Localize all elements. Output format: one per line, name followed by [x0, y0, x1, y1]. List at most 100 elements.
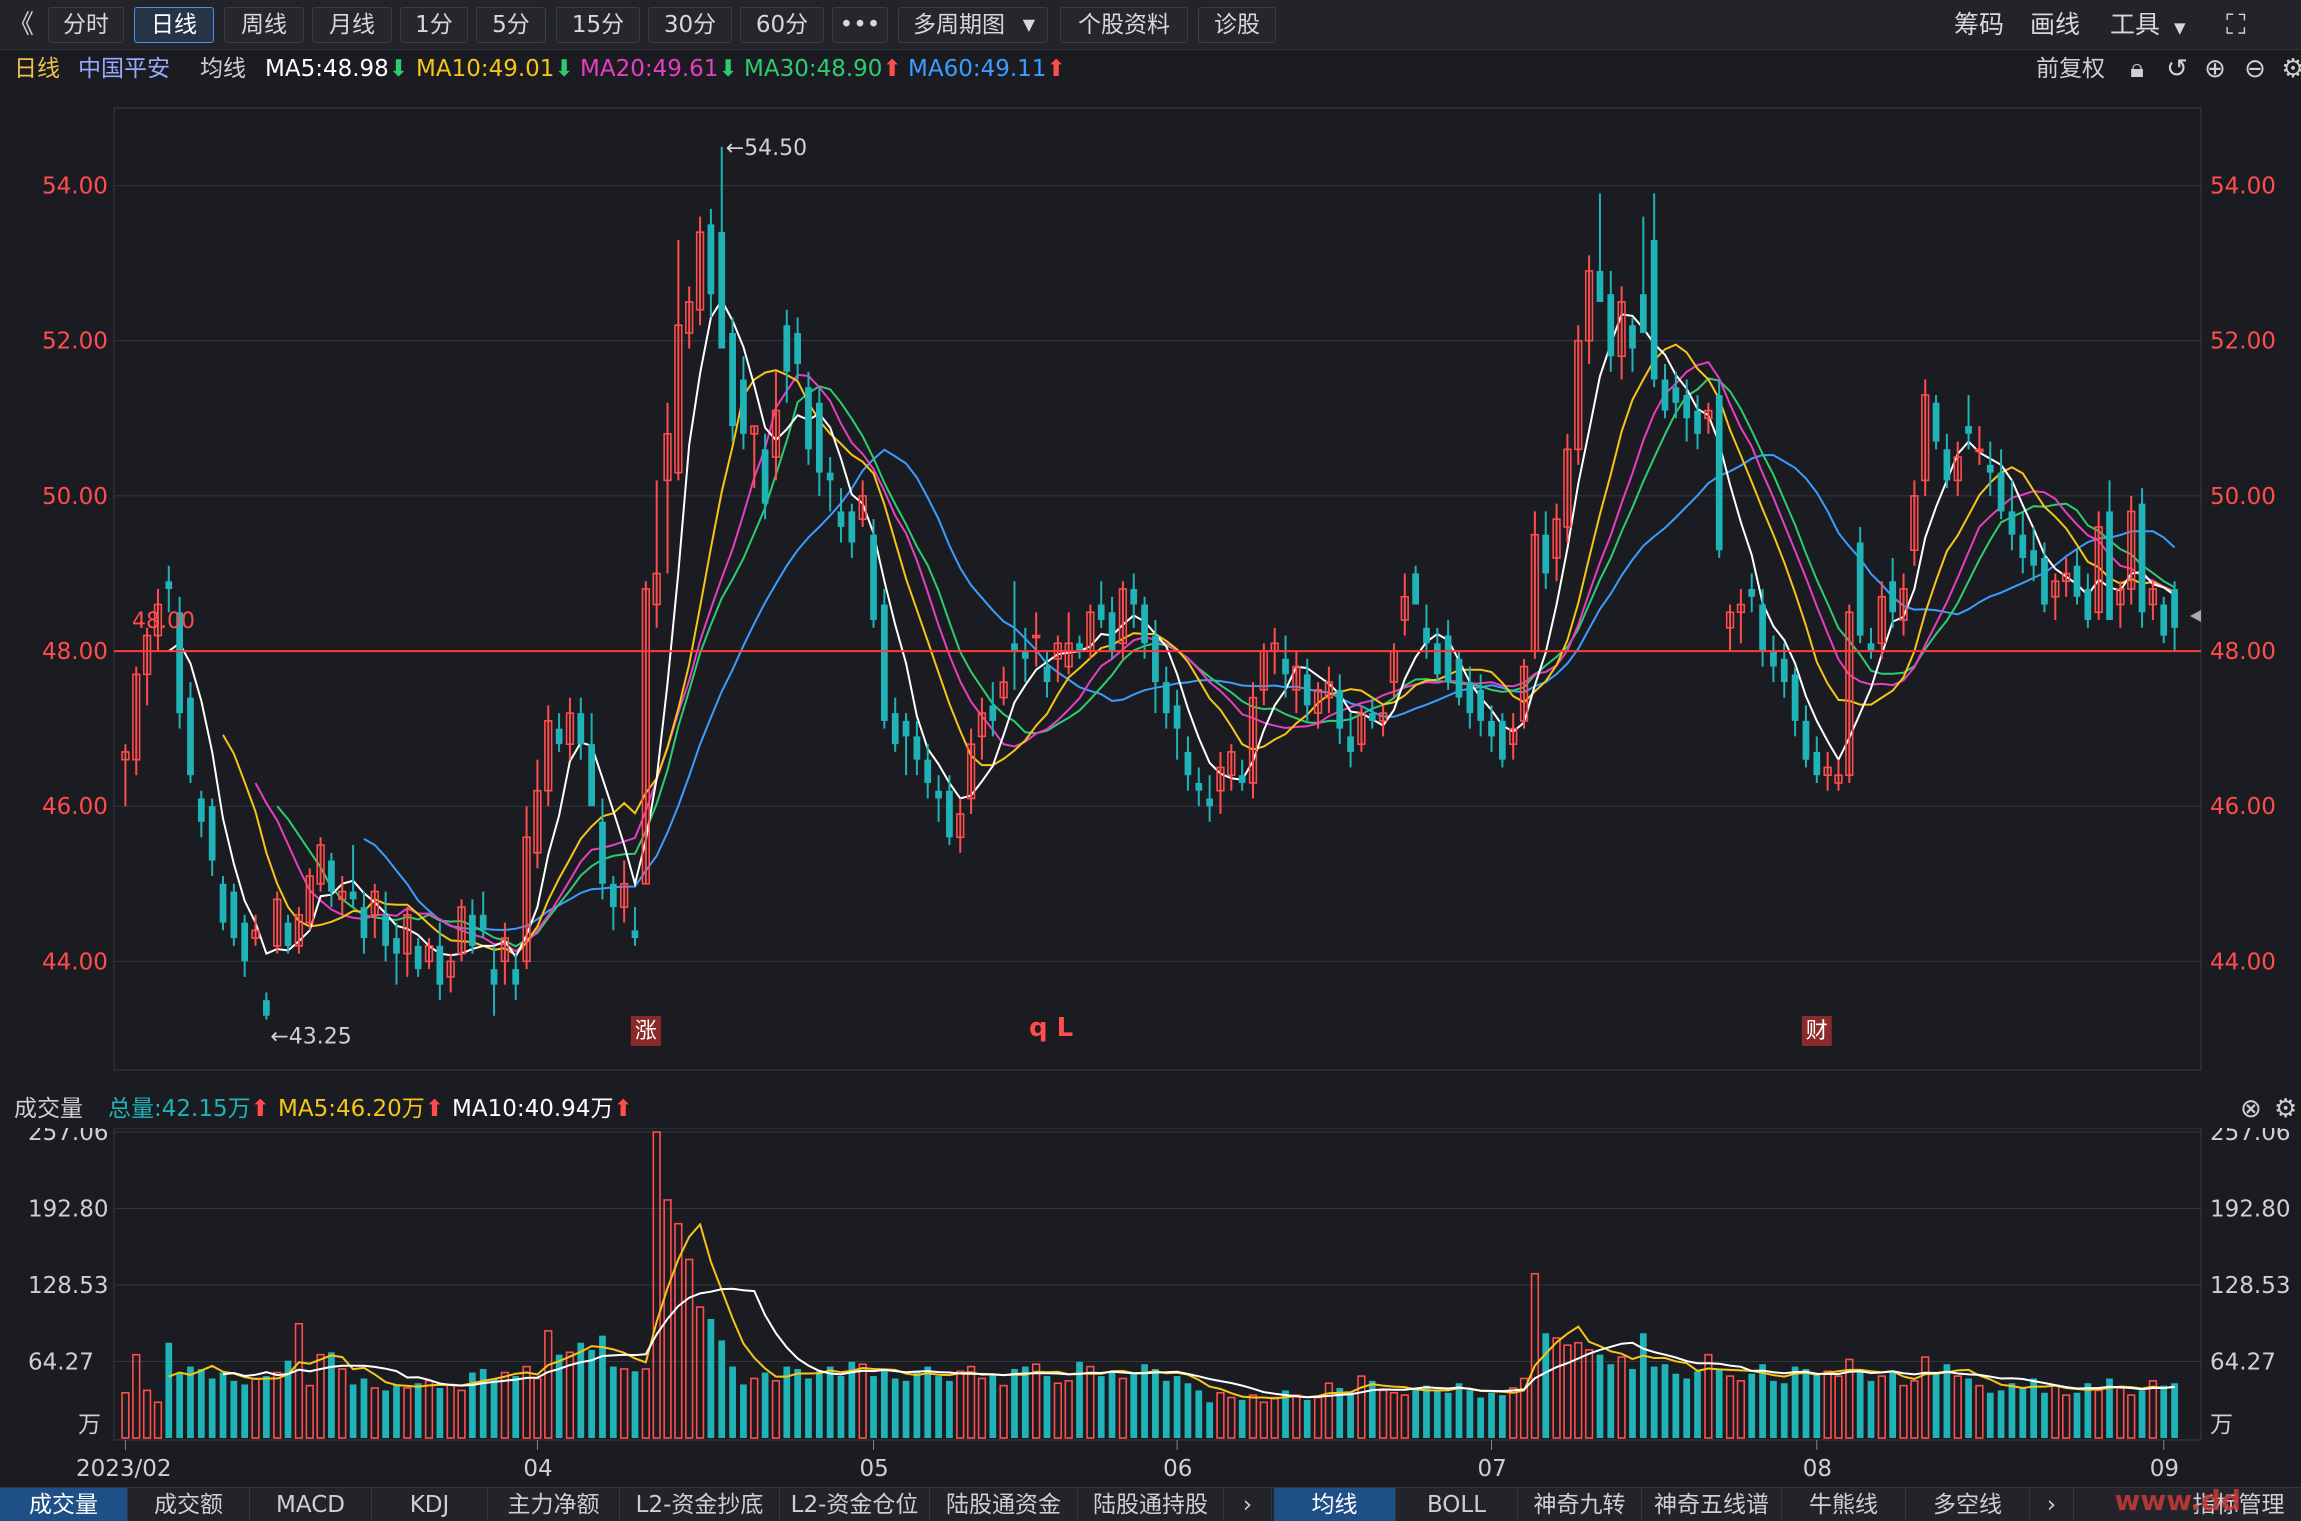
- candle-body: [946, 790, 953, 838]
- volume-bar: [1152, 1368, 1159, 1438]
- tab-magic-five[interactable]: 神奇五线谱: [1642, 1488, 1782, 1521]
- candle-body: [197, 798, 205, 822]
- volume-bar: [1130, 1373, 1138, 1438]
- volume-bar: [1770, 1380, 1777, 1438]
- event-marker-ql-label[interactable]: q L: [1029, 1013, 1073, 1043]
- chips-button[interactable]: 筹码: [1954, 7, 2004, 43]
- volume-bar: [1477, 1397, 1485, 1438]
- candle-body: [631, 930, 639, 939]
- tab-main-net[interactable]: 主力净额: [488, 1488, 620, 1521]
- draw-line-button[interactable]: 画线: [2030, 7, 2080, 43]
- volume-ma10: MA10:40.94万⬆: [452, 1096, 633, 1122]
- volume-bar: [1965, 1378, 1972, 1438]
- zoom-in-icon[interactable]: ⊕: [2198, 52, 2232, 86]
- tab-l2-position[interactable]: L2-资金仓位: [780, 1488, 930, 1521]
- expand-icon[interactable]: ⛶: [2226, 7, 2246, 43]
- volume-bar: [609, 1366, 617, 1438]
- volume-chart[interactable]: 257.06 257.06 192.80 192.80 128.53 128.53 64.2…: [0, 1128, 2301, 1487]
- period-tab-60min[interactable]: 60分: [740, 7, 824, 43]
- volume-bar: [1423, 1385, 1430, 1438]
- multi-period-dropdown[interactable]: 多周期图 ▼: [898, 7, 1048, 43]
- volume-tick-label: 64.27: [28, 1349, 94, 1375]
- chevron-right-icon[interactable]: ›: [2030, 1488, 2074, 1521]
- volume-unit-label: 万: [78, 1412, 101, 1438]
- price-tick-label: 44.00: [2210, 949, 2276, 975]
- tab-turnover[interactable]: 成交额: [128, 1488, 250, 1521]
- settings-icon[interactable]: ⚙: [2276, 52, 2301, 86]
- volume-bar: [599, 1335, 606, 1438]
- diagnose-button[interactable]: 诊股: [1198, 7, 1276, 43]
- volume-bar: [1943, 1364, 1951, 1438]
- volume-bar: [197, 1368, 205, 1438]
- volume-bar: [2041, 1392, 2048, 1438]
- tab-l2-bottom[interactable]: L2-资金抄底: [620, 1488, 780, 1521]
- tab-macd[interactable]: MACD: [250, 1488, 372, 1521]
- zoom-out-icon[interactable]: ⊖: [2238, 52, 2272, 86]
- period-tab-1min[interactable]: 1分: [400, 7, 468, 43]
- stock-name[interactable]: 中国平安: [78, 50, 170, 88]
- period-tab-5min[interactable]: 5分: [476, 7, 546, 43]
- volume-bar: [761, 1372, 769, 1438]
- volume-bar: [729, 1366, 736, 1438]
- adjust-mode[interactable]: 前复权: [2036, 50, 2105, 88]
- volume-bar: [490, 1378, 498, 1438]
- volume-bar: [1466, 1390, 1474, 1438]
- price-tick-label: 46.00: [42, 794, 108, 820]
- volume-bar: [1021, 1366, 1029, 1438]
- candle-body: [1607, 294, 1615, 357]
- volume-bar: [165, 1342, 173, 1438]
- period-tab-30min[interactable]: 30分: [648, 7, 732, 43]
- tab-volume[interactable]: 成交量: [0, 1488, 128, 1521]
- volume-bar: [1162, 1380, 1170, 1438]
- candlestick-chart[interactable]: 54.00 52.00 50.00 48.00 46.00 44.00 54.00 52.0…: [0, 88, 2301, 1088]
- candle-body: [2030, 550, 2037, 566]
- tab-long-short[interactable]: 多空线: [1906, 1488, 2030, 1521]
- tab-bull-bear[interactable]: 牛熊线: [1782, 1488, 1906, 1521]
- volume-bar: [1108, 1371, 1116, 1438]
- candle-body: [1021, 651, 1029, 659]
- undo-icon[interactable]: ↺: [2160, 52, 2194, 86]
- period-tab-daily[interactable]: 日线: [134, 7, 214, 43]
- candle-body: [1423, 627, 1430, 644]
- tab-ma[interactable]: 均线: [1274, 1488, 1396, 1521]
- tab-boll[interactable]: BOLL: [1396, 1488, 1518, 1521]
- close-icon[interactable]: ⊗: [2240, 1090, 2262, 1128]
- tools-dropdown[interactable]: 工具 ▼: [2110, 7, 2186, 43]
- stock-info-button[interactable]: 个股资料: [1060, 7, 1188, 43]
- volume-bar: [1184, 1383, 1192, 1438]
- date-tick-label: 08: [1803, 1456, 1832, 1482]
- collapse-icon[interactable]: 《: [8, 0, 34, 50]
- volume-bar: [1813, 1373, 1821, 1438]
- candle-body: [1867, 643, 1875, 652]
- tab-hk-connect-hold[interactable]: 陆股通持股: [1078, 1488, 1224, 1521]
- period-tab-timeshare[interactable]: 分时: [48, 7, 124, 43]
- candle-body: [1997, 472, 2005, 512]
- period-tab-weekly[interactable]: 周线: [224, 7, 304, 43]
- volume-header: 成交量 总量:42.15万⬆ MA5:46.20万⬆ MA10:40.94万⬆ …: [0, 1090, 2301, 1128]
- volume-bar: [1141, 1364, 1148, 1438]
- lock-icon[interactable]: 🔒︎: [2120, 52, 2154, 86]
- chevron-right-icon[interactable]: ›: [1224, 1488, 1272, 1521]
- volume-bar: [1433, 1390, 1441, 1438]
- event-marker-finance-label: 财: [1806, 1019, 1828, 1044]
- volume-bar: [1932, 1373, 1940, 1438]
- more-periods-button[interactable]: •••: [832, 7, 888, 43]
- volume-bar: [1195, 1390, 1203, 1438]
- candle-body: [1770, 651, 1777, 667]
- volume-bar: [382, 1390, 389, 1438]
- candle-body: [328, 860, 335, 892]
- candle-body: [1748, 589, 1756, 597]
- price-axis-left: 54.00 52.00 50.00 48.00 46.00 44.00: [42, 174, 108, 976]
- tab-hk-connect-flow[interactable]: 陆股通资金: [930, 1488, 1078, 1521]
- volume-label[interactable]: 成交量: [14, 1090, 83, 1128]
- tab-kdj[interactable]: KDJ: [372, 1488, 488, 1521]
- tab-magic-nine[interactable]: 神奇九转: [1518, 1488, 1642, 1521]
- date-tick-label: 07: [1478, 1456, 1507, 1482]
- period-tab-15min[interactable]: 15分: [556, 7, 640, 43]
- settings-icon[interactable]: ⚙: [2274, 1090, 2297, 1128]
- candle-body: [1336, 689, 1344, 729]
- ma-label[interactable]: 均线: [200, 50, 246, 88]
- candle-body: [1488, 720, 1495, 737]
- period-tab-monthly[interactable]: 月线: [312, 7, 392, 43]
- candle-body: [826, 472, 834, 481]
